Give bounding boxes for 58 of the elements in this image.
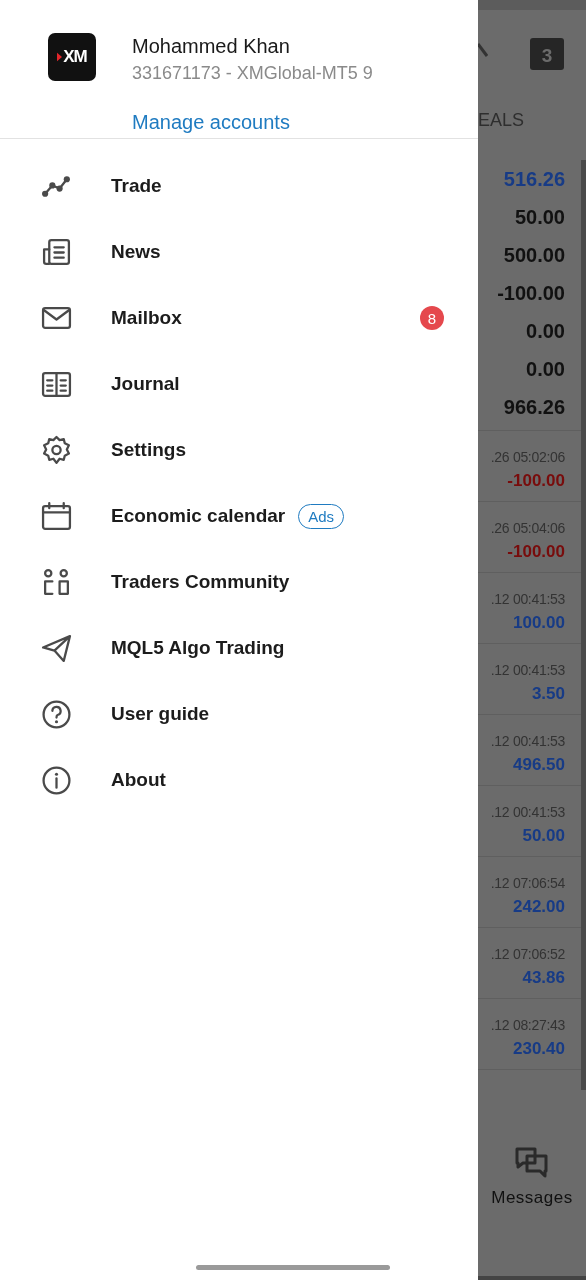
help-icon <box>41 698 72 730</box>
account-number: 331671173 - XMGlobal-MT5 9 <box>132 62 373 85</box>
menu-item[interactable]: Traders Community <box>0 549 478 615</box>
summary-value: 50.00 <box>513 205 566 230</box>
deal-time: .12 00:41:53 <box>489 661 565 680</box>
summary-value: 500.00 <box>502 243 566 268</box>
people-icon <box>41 566 72 598</box>
unread-count-badge: 8 <box>420 306 444 330</box>
app-logo: XM <box>48 33 96 81</box>
menu-label: Traders Community <box>111 571 290 593</box>
deal-amount: 230.40 <box>512 1038 565 1060</box>
manage-accounts-link[interactable]: Manage accounts <box>132 111 373 134</box>
paper-plane-icon <box>41 632 72 664</box>
account-name: Mohammed Khan <box>132 34 291 59</box>
newspaper-icon <box>41 236 72 268</box>
summary-value: 0.00 <box>525 319 566 344</box>
deal-amount: 100.00 <box>512 612 565 634</box>
deal-amount: 50.00 <box>521 825 565 847</box>
menu-item[interactable]: Trade <box>0 153 478 219</box>
info-icon <box>41 764 72 796</box>
deal-time: .12 08:27:43 <box>489 1016 565 1035</box>
deal-amount: 496.50 <box>512 754 565 776</box>
deal-amount: 3.50 <box>530 683 565 705</box>
deal-amount: -100.00 <box>506 470 565 492</box>
menu-item[interactable]: Settings <box>0 417 478 483</box>
deal-amount: -100.00 <box>506 541 565 563</box>
menu-item[interactable]: User guide <box>0 681 478 747</box>
deal-time: .12 07:06:54 <box>489 874 565 893</box>
settings-icon <box>41 434 72 466</box>
menu-item[interactable]: MQL5 Algo Trading <box>0 615 478 681</box>
deal-time: .12 00:41:53 <box>489 590 565 609</box>
menu-item[interactable]: Economic calendar Ads <box>0 483 478 549</box>
menu-label: MQL5 Algo Trading <box>111 637 285 659</box>
deal-time: .26 05:04:06 <box>489 519 565 538</box>
menu-item[interactable]: About <box>0 747 478 813</box>
summary-value: 0.00 <box>525 357 566 382</box>
menu-item[interactable]: News <box>0 219 478 285</box>
deal-amount: 43.86 <box>521 967 565 989</box>
deal-time: .12 00:41:53 <box>489 732 565 751</box>
calendar-icon <box>41 500 72 532</box>
deal-amount: 242.00 <box>512 896 565 918</box>
deal-time: .12 07:06:52 <box>489 945 565 964</box>
menu-item[interactable]: Mailbox 8 <box>0 285 478 351</box>
menu-item[interactable]: Journal <box>0 351 478 417</box>
messages-tab-label[interactable]: Messages <box>491 1188 573 1208</box>
deal-time: .26 05:02:06 <box>489 448 565 467</box>
menu-label: User guide <box>111 703 210 725</box>
menu-label: About <box>111 769 166 791</box>
menu-label: Journal <box>111 373 180 395</box>
menu-label: Mailbox <box>111 307 182 329</box>
chat-icon[interactable] <box>514 1146 550 1180</box>
menu-label: Trade <box>111 175 162 197</box>
menu-label: Settings <box>111 439 186 461</box>
summary-value: -100.00 <box>496 281 566 306</box>
menu-label: Economic calendar <box>111 505 286 527</box>
menu-label: News <box>111 241 161 263</box>
deal-time: .12 00:41:53 <box>489 803 565 822</box>
summary-value: 516.26 <box>502 167 566 192</box>
